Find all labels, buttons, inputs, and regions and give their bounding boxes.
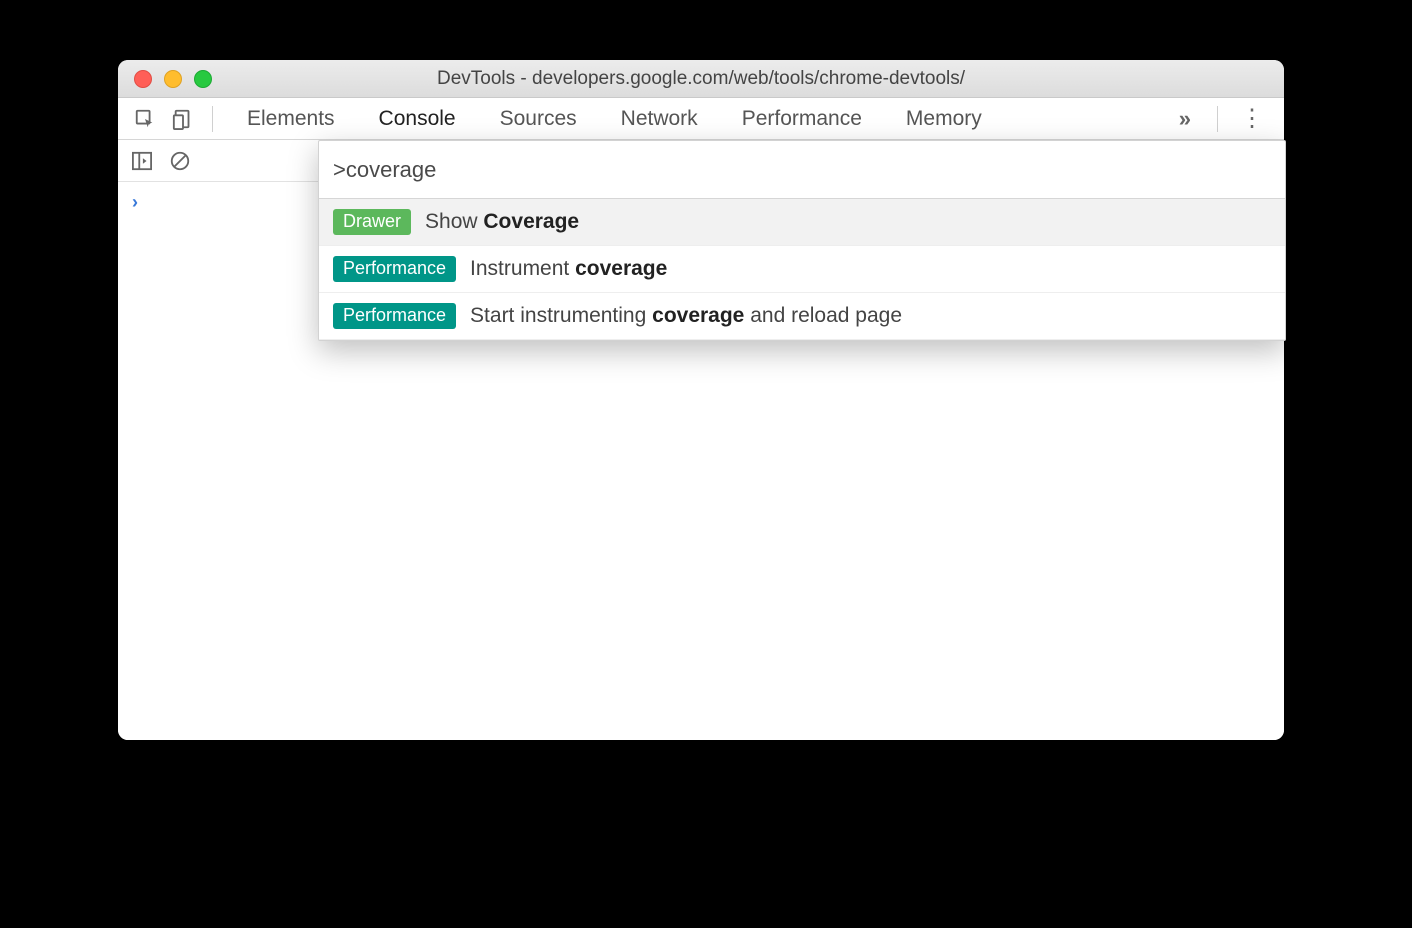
console-sidebar-toggle-icon[interactable] [128, 147, 156, 175]
tab-sources[interactable]: Sources [478, 99, 599, 139]
tabs-overflow-button[interactable]: » [1165, 106, 1205, 132]
command-item-label: Instrument coverage [470, 257, 667, 281]
command-menu: Drawer Show Coverage Performance Instrum… [318, 140, 1286, 341]
tab-memory[interactable]: Memory [884, 99, 1004, 139]
tab-console[interactable]: Console [357, 99, 478, 139]
device-toolbar-icon[interactable] [166, 102, 200, 136]
traffic-lights [118, 70, 212, 88]
clear-console-icon[interactable] [166, 147, 194, 175]
console-prompt-chevron-icon: › [132, 192, 138, 213]
toolbar-separator [212, 106, 213, 132]
zoom-window-button[interactable] [194, 70, 212, 88]
command-item-show-coverage[interactable]: Drawer Show Coverage [319, 199, 1285, 246]
command-category-badge: Drawer [333, 209, 411, 235]
command-category-badge: Performance [333, 256, 456, 282]
titlebar: DevTools - developers.google.com/web/too… [118, 60, 1284, 98]
customize-devtools-button[interactable]: ⋮ [1230, 107, 1274, 131]
command-menu-list: Drawer Show Coverage Performance Instrum… [319, 199, 1285, 340]
command-item-instrument-coverage[interactable]: Performance Instrument coverage [319, 246, 1285, 293]
tab-elements[interactable]: Elements [225, 99, 357, 139]
command-item-start-instrumenting-coverage[interactable]: Performance Start instrumenting coverage… [319, 293, 1285, 340]
main-toolbar: Elements Console Sources Network Perform… [118, 98, 1284, 140]
command-category-badge: Performance [333, 303, 456, 329]
command-menu-input-row [319, 141, 1285, 199]
panel-tabs: Elements Console Sources Network Perform… [225, 99, 1161, 139]
minimize-window-button[interactable] [164, 70, 182, 88]
command-item-label: Start instrumenting coverage and reload … [470, 304, 902, 328]
window-title: DevTools - developers.google.com/web/too… [118, 68, 1284, 90]
tab-network[interactable]: Network [599, 99, 720, 139]
command-menu-input[interactable] [333, 157, 1271, 183]
inspect-element-icon[interactable] [128, 102, 162, 136]
toolbar-separator [1217, 106, 1218, 132]
devtools-window: DevTools - developers.google.com/web/too… [118, 60, 1284, 740]
command-item-label: Show Coverage [425, 210, 579, 234]
tab-performance[interactable]: Performance [720, 99, 884, 139]
close-window-button[interactable] [134, 70, 152, 88]
